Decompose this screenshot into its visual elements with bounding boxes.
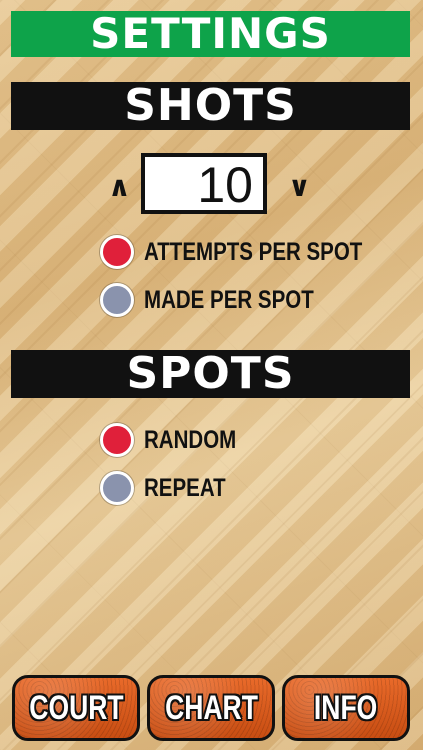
radio-unselected-icon[interactable] [100, 471, 134, 505]
page-title: SETTINGS [11, 11, 410, 57]
info-button[interactable]: INFO [282, 675, 410, 741]
court-button[interactable]: COURT [12, 675, 140, 741]
chart-button-label: CHART [164, 688, 258, 727]
caret-down-icon[interactable]: ∨ [288, 170, 311, 203]
court-button-label: COURT [28, 688, 124, 727]
option-label: REPEAT [144, 473, 226, 502]
option-random[interactable]: RANDOM [100, 422, 257, 458]
chart-button[interactable]: CHART [147, 675, 275, 741]
option-attempts-per-spot[interactable]: ATTEMPTS PER SPOT [100, 234, 410, 270]
option-label: RANDOM [144, 425, 237, 454]
spots-section-heading: SPOTS [11, 350, 410, 398]
option-label: ATTEMPTS PER SPOT [144, 237, 363, 266]
radio-selected-icon[interactable] [100, 235, 134, 269]
shots-section-heading: SHOTS [11, 82, 410, 130]
shots-value-field[interactable]: 10 [141, 153, 267, 214]
radio-selected-icon[interactable] [100, 423, 134, 457]
option-label: MADE PER SPOT [144, 285, 314, 314]
radio-unselected-icon[interactable] [100, 283, 134, 317]
option-repeat[interactable]: REPEAT [100, 470, 244, 506]
option-made-per-spot[interactable]: MADE PER SPOT [100, 282, 351, 318]
info-button-label: INFO [314, 688, 378, 727]
caret-up-icon[interactable]: ∧ [108, 170, 131, 203]
